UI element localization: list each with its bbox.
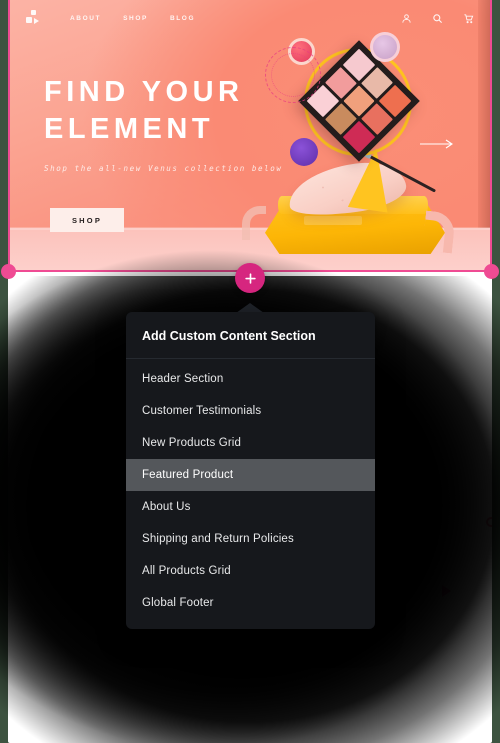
menu-title: Add Custom Content Section bbox=[126, 312, 375, 359]
resize-handle-bottom-left[interactable] bbox=[1, 264, 16, 279]
add-content-section-menu: Add Custom Content Section Header Sectio… bbox=[126, 312, 375, 629]
decorative-orb-lilac bbox=[370, 32, 400, 62]
account-icon[interactable] bbox=[401, 13, 412, 24]
decorative-hook-left bbox=[242, 206, 266, 240]
resize-handle-bottom-right[interactable] bbox=[484, 264, 499, 279]
navbar-links: ABOUT SHOP BLOG bbox=[70, 15, 195, 22]
obscured-handle-dot bbox=[486, 517, 492, 527]
menu-item-header-section[interactable]: Header Section bbox=[126, 363, 375, 395]
hero-background: ABOUT SHOP BLOG FIND YOUR ELEMENT Shop t… bbox=[10, 0, 490, 270]
hero-shop-button-label: SHOP bbox=[71, 215, 103, 225]
hero-title: FIND YOUR ELEMENT bbox=[44, 76, 244, 146]
add-section-button[interactable] bbox=[235, 263, 265, 293]
nav-link-about[interactable]: ABOUT bbox=[70, 15, 101, 22]
obscured-marker-icon bbox=[442, 585, 451, 597]
hero-shop-button[interactable]: SHOP bbox=[50, 208, 124, 232]
palette-swatch-grid bbox=[298, 40, 420, 162]
decorative-hook-right bbox=[421, 210, 457, 254]
navbar-icons bbox=[401, 13, 474, 24]
nav-link-blog[interactable]: BLOG bbox=[170, 15, 195, 22]
brand-logo-icon[interactable] bbox=[26, 10, 44, 26]
menu-item-featured-product[interactable]: Featured Product bbox=[126, 459, 375, 491]
search-icon[interactable] bbox=[432, 13, 443, 24]
menu-item-new-products-grid[interactable]: New Products Grid bbox=[126, 427, 375, 459]
menu-item-shipping-and-return-policies[interactable]: Shipping and Return Policies bbox=[126, 523, 375, 555]
menu-item-customer-testimonials[interactable]: Customer Testimonials bbox=[126, 395, 375, 427]
menu-list: Header Section Customer Testimonials New… bbox=[126, 359, 375, 629]
nav-link-shop[interactable]: SHOP bbox=[123, 15, 148, 22]
cart-icon[interactable] bbox=[463, 13, 474, 24]
menu-item-global-footer[interactable]: Global Footer bbox=[126, 587, 375, 619]
site-navbar: ABOUT SHOP BLOG bbox=[10, 0, 490, 36]
obscured-divider bbox=[394, 519, 432, 521]
arrow-right-icon[interactable] bbox=[420, 136, 454, 149]
menu-item-all-products-grid[interactable]: All Products Grid bbox=[126, 555, 375, 587]
decorative-pedestal-band bbox=[304, 216, 362, 225]
hero-section-selected[interactable]: ABOUT SHOP BLOG FIND YOUR ELEMENT Shop t… bbox=[8, 0, 492, 272]
editor-canvas: ABOUT SHOP BLOG FIND YOUR ELEMENT Shop t… bbox=[0, 0, 500, 743]
menu-item-about-us[interactable]: About Us bbox=[126, 491, 375, 523]
hero-copy: FIND YOUR ELEMENT Shop the all-new Venus… bbox=[44, 74, 314, 173]
hero-subtitle: Shop the all-new Venus collection below bbox=[44, 164, 283, 174]
